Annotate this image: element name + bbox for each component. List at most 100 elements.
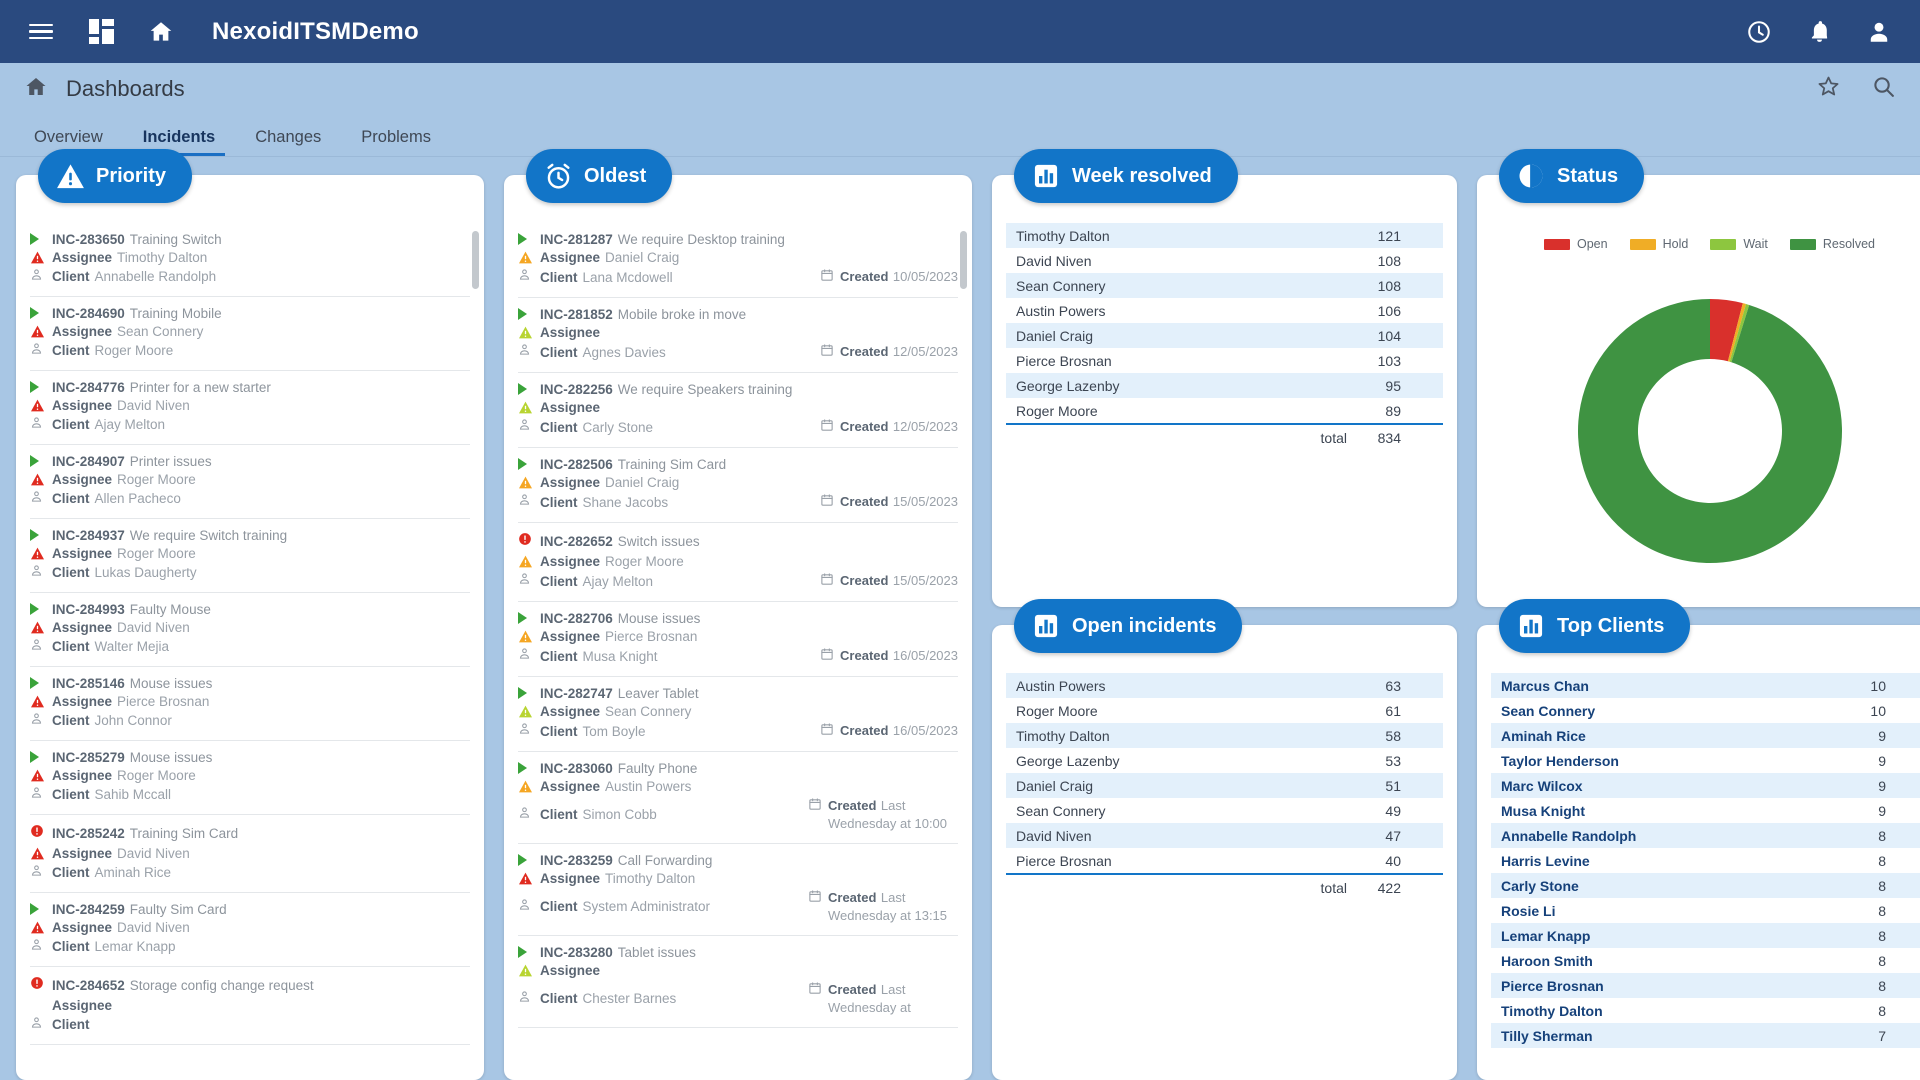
- table-row[interactable]: Carly Stone 8: [1491, 873, 1920, 898]
- incident-item[interactable]: INC-281287 We require Desktop training Ass…: [518, 223, 958, 298]
- priority-scrollbar[interactable]: [472, 223, 479, 1070]
- table-row[interactable]: David Niven 108: [1006, 248, 1443, 273]
- row-name[interactable]: Pierce Brosnan: [1491, 973, 1838, 998]
- bar-chart-icon: [1026, 156, 1066, 196]
- row-name[interactable]: Marc Wilcox: [1491, 773, 1838, 798]
- table-row[interactable]: Pierce Brosnan 40: [1006, 848, 1443, 874]
- row-name[interactable]: Harris Levine: [1491, 848, 1838, 873]
- row-name[interactable]: Lemar Knapp: [1491, 923, 1838, 948]
- incident-id: INC-285242: [52, 825, 125, 841]
- incident-item[interactable]: INC-284259 Faulty Sim Card Assignee David N…: [30, 893, 470, 967]
- status-legend: Open Hold Wait Resolved: [1477, 237, 1920, 251]
- incident-item[interactable]: INC-285146 Mouse issues Assignee Pierce Bro…: [30, 667, 470, 741]
- grid-icon[interactable]: [84, 15, 118, 49]
- row-name[interactable]: Carly Stone: [1491, 873, 1838, 898]
- clock-icon[interactable]: [1742, 15, 1776, 49]
- row-name[interactable]: Taylor Henderson: [1491, 748, 1838, 773]
- table-row[interactable]: Sean Connery 10: [1491, 698, 1920, 723]
- oldest-list[interactable]: INC-281287 We require Desktop training Ass…: [504, 217, 972, 1076]
- table-row[interactable]: Timothy Dalton 8: [1491, 998, 1920, 1023]
- priority-list[interactable]: INC-283650 Training Switch Assignee Timothy…: [16, 217, 484, 1076]
- incident-item[interactable]: INC-284993 Faulty Mouse Assignee David Nive…: [30, 593, 470, 667]
- table-row[interactable]: Rosie Li 8: [1491, 898, 1920, 923]
- menu-icon[interactable]: [24, 15, 58, 49]
- open-incidents-table: Austin Powers 63 Roger Moore 61 Timothy Dalt…: [1006, 673, 1443, 901]
- table-row[interactable]: Roger Moore 89: [1006, 398, 1443, 424]
- table-row[interactable]: Marcus Chan 10: [1491, 673, 1920, 698]
- row-name[interactable]: Haroon Smith: [1491, 948, 1838, 973]
- bell-icon[interactable]: [1802, 15, 1836, 49]
- row-name[interactable]: Sean Connery: [1491, 698, 1838, 723]
- row-name[interactable]: Annabelle Randolph: [1491, 823, 1838, 848]
- incident-subject: Mouse issues: [617, 610, 701, 626]
- table-row[interactable]: George Lazenby 95: [1006, 373, 1443, 398]
- incident-item[interactable]: INC-282706 Mouse issues Assignee Pierce Bro…: [518, 602, 958, 677]
- incident-item[interactable]: INC-285242 Training Sim Card Assignee David…: [30, 815, 470, 893]
- table-row[interactable]: Harris Levine 8: [1491, 848, 1920, 873]
- row-name[interactable]: Rosie Li: [1491, 898, 1838, 923]
- incident-item[interactable]: INC-284690 Training Mobile Assignee Sean Co…: [30, 297, 470, 371]
- incident-item[interactable]: INC-282256 We require Speakers training As…: [518, 373, 958, 448]
- incident-item[interactable]: INC-283259 Call Forwarding Assignee Timothy…: [518, 844, 958, 936]
- incident-subject: Mobile broke in move: [617, 306, 747, 322]
- table-row[interactable]: Pierce Brosnan 8: [1491, 973, 1920, 998]
- incident-item[interactable]: INC-282747 Leaver Tablet Assignee Sean Conn…: [518, 677, 958, 752]
- row-name[interactable]: Aminah Rice: [1491, 723, 1838, 748]
- row-value: 8: [1878, 1002, 1886, 1019]
- table-row[interactable]: Musa Knight 9: [1491, 798, 1920, 823]
- table-row[interactable]: George Lazenby 53: [1006, 748, 1443, 773]
- table-row[interactable]: Timothy Dalton 58: [1006, 723, 1443, 748]
- incident-item[interactable]: INC-282652 Switch issues Assignee Roger Moo…: [518, 523, 958, 602]
- table-row[interactable]: Austin Powers 106: [1006, 298, 1443, 323]
- total-label: total: [1006, 873, 1353, 901]
- incident-client: Ajay Melton: [582, 573, 654, 589]
- table-row[interactable]: Annabelle Randolph 8: [1491, 823, 1920, 848]
- table-row[interactable]: Pierce Brosnan 103: [1006, 348, 1443, 373]
- home-icon[interactable]: [144, 15, 178, 49]
- person-icon: [518, 722, 531, 740]
- donut-slice-resolved[interactable]: [1577, 299, 1842, 563]
- incident-subject: Mouse issues: [129, 749, 213, 765]
- table-row[interactable]: Sean Connery 108: [1006, 273, 1443, 298]
- table-row[interactable]: Sean Connery 49: [1006, 798, 1443, 823]
- table-row[interactable]: Austin Powers 63: [1006, 673, 1443, 698]
- tab-problems[interactable]: Problems: [341, 128, 451, 156]
- incident-item[interactable]: INC-284652 Storage config change request A…: [30, 967, 470, 1045]
- incident-item[interactable]: INC-285279 Mouse issues Assignee Roger Moor…: [30, 741, 470, 815]
- red-circle-icon: [30, 976, 44, 995]
- user-icon[interactable]: [1862, 15, 1896, 49]
- table-row[interactable]: Roger Moore 61: [1006, 698, 1443, 723]
- incident-created: Created 16/05/2023: [820, 647, 958, 666]
- star-icon[interactable]: [1816, 74, 1841, 104]
- table-row[interactable]: Haroon Smith 8: [1491, 948, 1920, 973]
- incident-item[interactable]: INC-281852 Mobile broke in move Assignee Cl…: [518, 298, 958, 373]
- tab-changes[interactable]: Changes: [235, 128, 341, 156]
- incident-item[interactable]: INC-284776 Printer for a new starter Assig…: [30, 371, 470, 445]
- incident-item[interactable]: INC-283280 Tablet issues Assignee Client Che…: [518, 936, 958, 1028]
- red-triangle-icon: [30, 769, 45, 782]
- open-incidents-table-wrap: Austin Powers 63 Roger Moore 61 Timothy Dalt…: [1006, 673, 1443, 901]
- table-row[interactable]: Daniel Craig 104: [1006, 323, 1443, 348]
- open-incidents-card-title: Open incidents: [1072, 614, 1217, 637]
- table-row[interactable]: Lemar Knapp 8: [1491, 923, 1920, 948]
- row-name[interactable]: Marcus Chan: [1491, 673, 1838, 698]
- oldest-scrollbar[interactable]: [960, 223, 967, 1070]
- incident-item[interactable]: INC-282506 Training Sim Card Assignee Danie…: [518, 448, 958, 523]
- search-icon[interactable]: [1871, 74, 1896, 104]
- table-row[interactable]: Daniel Craig 51: [1006, 773, 1443, 798]
- table-row[interactable]: Taylor Henderson 9: [1491, 748, 1920, 773]
- incident-item[interactable]: INC-283060 Faulty Phone Assignee Austin Pow…: [518, 752, 958, 844]
- incident-item[interactable]: INC-283650 Training Switch Assignee Timothy…: [30, 223, 470, 297]
- home-icon[interactable]: [24, 75, 48, 104]
- incident-item[interactable]: INC-284907 Printer issues Assignee Roger Mo…: [30, 445, 470, 519]
- total-value: 834: [1353, 423, 1443, 451]
- table-row[interactable]: Aminah Rice 9: [1491, 723, 1920, 748]
- table-row[interactable]: David Niven 47: [1006, 823, 1443, 848]
- row-name[interactable]: Tilly Sherman: [1491, 1023, 1838, 1048]
- table-row[interactable]: Marc Wilcox 9: [1491, 773, 1920, 798]
- table-row[interactable]: Tilly Sherman 7: [1491, 1023, 1920, 1048]
- row-name[interactable]: Musa Knight: [1491, 798, 1838, 823]
- row-name[interactable]: Timothy Dalton: [1491, 998, 1838, 1023]
- table-row[interactable]: Timothy Dalton 121: [1006, 223, 1443, 248]
- incident-item[interactable]: INC-284937 We require Switch training Assi…: [30, 519, 470, 593]
